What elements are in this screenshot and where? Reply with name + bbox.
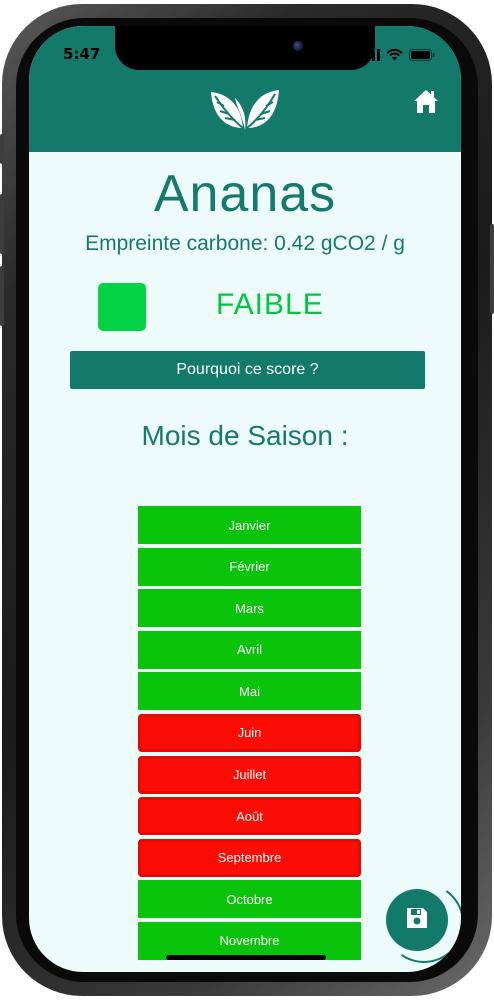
carbon-footprint: Empreinte carbone: 0.42 gCO2 / g (85, 232, 405, 255)
month-item: Mai (138, 672, 361, 711)
month-item: Février (138, 547, 361, 586)
month-item: Avril (138, 630, 361, 669)
power-button (490, 224, 494, 314)
camera (293, 41, 303, 51)
floppy-disk-icon (404, 905, 430, 935)
month-item: Mars (138, 589, 361, 628)
status-time: 5:47 (63, 45, 101, 63)
month-item: Septembre (138, 838, 361, 877)
leaves-icon (207, 84, 283, 136)
notch (115, 26, 375, 70)
score-label: FAIBLE (216, 288, 324, 321)
month-item: Octobre (138, 880, 361, 919)
score-indicator (98, 283, 146, 331)
volume-down-button (0, 266, 4, 326)
battery-icon (409, 46, 435, 65)
season-title: Mois de Saison : (141, 420, 349, 451)
home-indicator (166, 955, 326, 960)
status-indicators (362, 46, 435, 65)
month-item: Janvier (138, 506, 361, 544)
signal-icon (362, 46, 380, 65)
volume-up-button (0, 194, 4, 254)
product-name: Ananas (153, 165, 337, 223)
mute-switch (0, 134, 4, 164)
wifi-icon (386, 46, 403, 65)
month-item: Juin (138, 713, 361, 752)
why-score-button[interactable]: Pourquoi ce score ? (70, 351, 425, 389)
save-button[interactable] (386, 889, 448, 951)
month-item: Juillet (138, 755, 361, 794)
month-item: Août (138, 797, 361, 836)
app-screen: 5:47 Ananas Empreinte carbone: 0.42 gCO2… (29, 26, 461, 972)
months-list: Janvier Février Mars Avril Mai Juin Juil… (138, 506, 361, 964)
home-icon[interactable] (413, 88, 439, 118)
